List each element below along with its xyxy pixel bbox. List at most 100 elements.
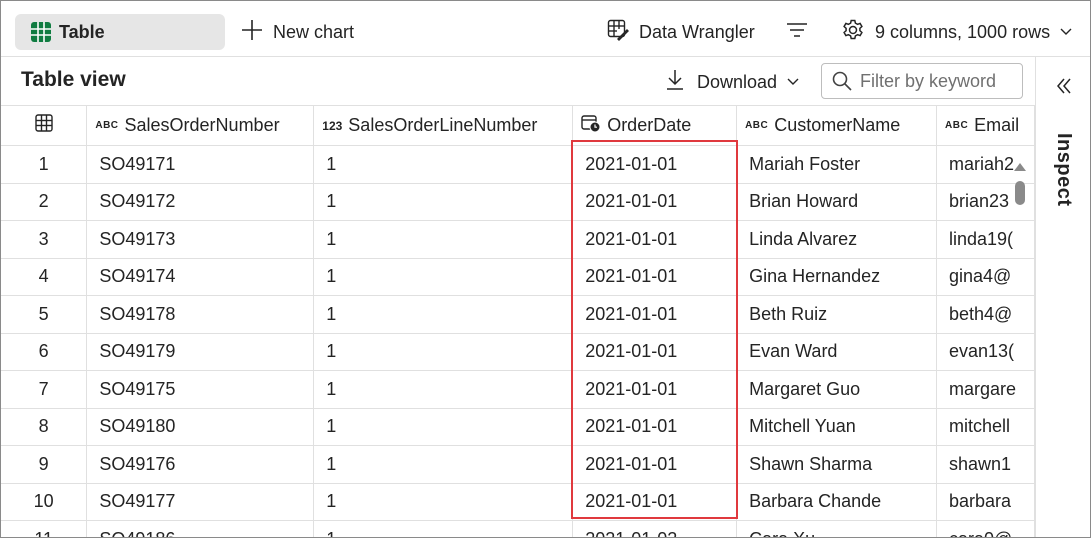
salesorderlinenumber-cell[interactable]: 1 xyxy=(313,520,574,537)
customername-cell[interactable]: Shawn Sharma xyxy=(736,445,937,484)
table-row[interactable]: 2 SO49172 1 2021-01-01 Brian Howard brian23 xyxy=(1,183,1035,221)
salesordernumber-cell[interactable]: SO49179 xyxy=(86,333,315,371)
customername-cell[interactable]: Mariah Foster xyxy=(736,145,937,184)
salesorderlinenumber-cell[interactable]: 1 xyxy=(313,445,574,484)
table-row[interactable]: 5 SO49178 1 2021-01-01 Beth Ruiz beth4@ xyxy=(1,295,1035,334)
table-row[interactable]: 11SO4918612021-01-02Cara Xucara0@ xyxy=(1,520,1035,537)
salesorderlinenumber-cell[interactable]: 1 xyxy=(313,258,574,296)
salesordernumber-cell[interactable]: SO49172 xyxy=(86,183,315,221)
row-number-cell[interactable]: 1 xyxy=(1,145,88,184)
orderdate-cell[interactable]: 2021-01-01 xyxy=(572,258,738,296)
orderdate-cell[interactable]: 2021-01-01 xyxy=(572,145,738,184)
download-button[interactable]: Download xyxy=(665,68,799,96)
columns-settings-dropdown[interactable]: 9 columns, 1000 rows xyxy=(841,14,1072,50)
column-header-label: CustomerName xyxy=(774,115,901,135)
download-icon xyxy=(665,69,685,96)
filter-button[interactable] xyxy=(785,19,809,45)
filter-search-box[interactable] xyxy=(821,63,1023,99)
data-wrangler-label: Data Wrangler xyxy=(639,21,755,42)
row-number-cell[interactable]: 9 xyxy=(1,445,88,484)
notebook-output-frame: Table New chart Data Wrangler 9 columns,… xyxy=(0,0,1091,538)
table-row[interactable]: 7 SO49175 1 2021-01-01 Margaret Guo margare xyxy=(1,370,1035,409)
salesordernumber-cell[interactable]: SO49176 xyxy=(86,445,315,484)
salesordernumber-cell[interactable]: SO49173 xyxy=(86,220,315,259)
salesordernumber-cell[interactable]: SO49178 xyxy=(86,295,315,334)
table-row[interactable]: 6 SO49179 1 2021-01-01 Evan Ward evan13( xyxy=(1,333,1035,371)
salesorderlinenumber-cell[interactable]: 1 xyxy=(313,333,574,371)
salesorderlinenumber-cell[interactable]: 1 xyxy=(313,295,574,334)
row-number-cell[interactable]: 6 xyxy=(1,333,88,371)
select-all-header[interactable] xyxy=(1,105,88,146)
column-header-customername[interactable]: ABC CustomerName xyxy=(736,105,937,146)
row-number-cell[interactable]: 10 xyxy=(1,483,88,521)
row-number-cell[interactable]: 2 xyxy=(1,183,88,221)
data-wrangler-button[interactable]: Data Wrangler xyxy=(607,14,755,50)
row-number-cell[interactable]: 8 xyxy=(1,408,88,446)
salesordernumber-cell[interactable]: SO49180 xyxy=(86,408,315,446)
customername-cell[interactable]: Linda Alvarez xyxy=(736,220,937,259)
salesorderlinenumber-cell[interactable]: 1 xyxy=(313,408,574,446)
row-number-cell[interactable]: 4 xyxy=(1,258,88,296)
inspect-label[interactable]: Inspect xyxy=(1052,133,1075,207)
column-header-label: SalesOrderNumber xyxy=(124,115,280,135)
row-number-cell[interactable]: 11 xyxy=(1,520,88,537)
double-chevron-left-icon[interactable] xyxy=(1055,77,1073,95)
scrollbar-thumb[interactable] xyxy=(1015,181,1025,205)
customername-cell[interactable]: Barbara Chande xyxy=(736,483,937,521)
salesorderlinenumber-cell[interactable]: 1 xyxy=(313,183,574,221)
header-row: ABC SalesOrderNumber 123 SalesOrderLineNum… xyxy=(1,105,1035,146)
orderdate-cell[interactable]: 2021-01-01 xyxy=(572,370,738,409)
customername-cell[interactable]: Beth Ruiz xyxy=(736,295,937,334)
salesorderlinenumber-cell[interactable]: 1 xyxy=(313,145,574,184)
orderdate-cell[interactable]: 2021-01-01 xyxy=(572,408,738,446)
scroll-up-icon[interactable] xyxy=(1013,159,1027,177)
customername-cell[interactable]: Gina Hernandez xyxy=(736,258,937,296)
new-chart-button[interactable]: New chart xyxy=(241,14,354,50)
column-header-email[interactable]: ABC Email xyxy=(936,105,1035,146)
orderdate-cell[interactable]: 2021-01-01 xyxy=(572,483,738,521)
chevron-down-icon xyxy=(787,73,799,91)
columns-info-label: 9 columns, 1000 rows xyxy=(875,21,1051,42)
table-row[interactable]: 10 SO49177 1 2021-01-01 Barbara Chande barbar… xyxy=(1,483,1035,521)
table-tab[interactable]: Table xyxy=(15,14,225,50)
salesordernumber-cell[interactable]: SO49175 xyxy=(86,370,315,409)
table-row[interactable]: 4 SO49174 1 2021-01-01 Gina Hernandez gina4@ xyxy=(1,258,1035,296)
orderdate-cell[interactable]: 2021-01-01 xyxy=(572,445,738,484)
salesorderlinenumber-cell[interactable]: 1 xyxy=(313,370,574,409)
column-header-label: OrderDate xyxy=(607,115,692,135)
customername-cell[interactable]: Brian Howard xyxy=(736,183,937,221)
table-row[interactable]: 8 SO49180 1 2021-01-01 Mitchell Yuan mitchell xyxy=(1,408,1035,446)
orderdate-cell[interactable]: 2021-01-01 xyxy=(572,295,738,334)
page-title: Table view xyxy=(21,68,126,91)
orderdate-cell[interactable]: 2021-01-02 xyxy=(572,520,738,537)
vertical-scrollbar[interactable] xyxy=(1009,145,1031,537)
download-label: Download xyxy=(697,71,778,92)
salesorderlinenumber-cell[interactable]: 1 xyxy=(313,220,574,259)
toolbar: Table New chart Data Wrangler 9 columns,… xyxy=(1,1,1090,57)
row-number-cell[interactable]: 3 xyxy=(1,220,88,259)
salesordernumber-cell[interactable]: SO49186 xyxy=(86,520,315,537)
salesordernumber-cell[interactable]: SO49171 xyxy=(86,145,315,184)
column-header-orderdate[interactable]: OrderDate xyxy=(572,105,738,146)
salesordernumber-cell[interactable]: SO49174 xyxy=(86,258,315,296)
table-row[interactable]: 3 SO49173 1 2021-01-01 Linda Alvarez linda19( xyxy=(1,220,1035,259)
filter-input[interactable] xyxy=(860,70,1020,92)
table-row[interactable]: 9 SO49176 1 2021-01-01 Shawn Sharma shawn1 xyxy=(1,445,1035,484)
customername-cell[interactable]: Mitchell Yuan xyxy=(736,408,937,446)
orderdate-cell[interactable]: 2021-01-01 xyxy=(572,333,738,371)
orderdate-cell[interactable]: 2021-01-01 xyxy=(572,183,738,221)
salesordernumber-cell[interactable]: SO49177 xyxy=(86,483,315,521)
column-header-salesordernumber[interactable]: ABC SalesOrderNumber xyxy=(86,105,315,146)
customername-cell[interactable]: Evan Ward xyxy=(736,333,937,371)
customername-cell[interactable]: Cara Xu xyxy=(736,520,937,537)
row-number-cell[interactable]: 7 xyxy=(1,370,88,409)
orderdate-cell[interactable]: 2021-01-01 xyxy=(572,220,738,259)
column-header-salesorderlinenumber[interactable]: 123 SalesOrderLineNumber xyxy=(313,105,574,146)
row-number-cell[interactable]: 5 xyxy=(1,295,88,334)
table-row[interactable]: 1 SO49171 1 2021-01-01 Mariah Foster mariah2 xyxy=(1,145,1035,184)
column-header-label: Email xyxy=(974,115,1020,135)
new-chart-label: New chart xyxy=(273,21,355,42)
salesorderlinenumber-cell[interactable]: 1 xyxy=(313,483,574,521)
customername-cell[interactable]: Margaret Guo xyxy=(736,370,937,409)
chevron-down-icon xyxy=(1060,23,1072,41)
